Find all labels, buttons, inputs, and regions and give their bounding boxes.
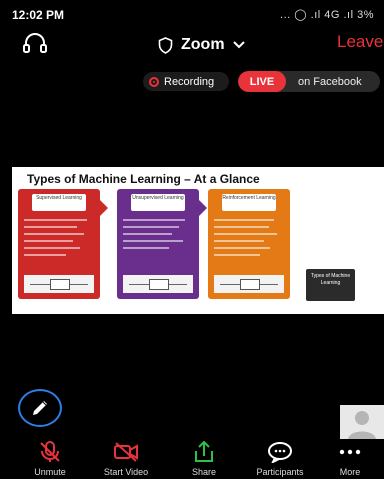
- unmute-label: Unmute: [34, 467, 66, 477]
- participants-label: Participants: [256, 467, 304, 477]
- live-badge: LIVE: [238, 71, 286, 92]
- shield-icon: [158, 36, 173, 54]
- zoom-meeting-screen: 12:02 PM ... ◯ .ıl 4G .ıl 3% Zoom Leave …: [0, 0, 384, 479]
- slide-card-diagram: [24, 275, 94, 293]
- slide-card-heading: Supervised Learning: [32, 194, 86, 211]
- slide-card-diagram: [123, 275, 193, 293]
- share-icon: [195, 441, 213, 462]
- slide-card-supervised: Supervised Learning: [18, 189, 108, 299]
- participants-icon: [268, 442, 292, 463]
- status-indicators: ... ◯ .ıl 4G .ıl 3%: [280, 9, 374, 21]
- share-button[interactable]: Share: [166, 439, 242, 479]
- more-label: More: [339, 467, 361, 477]
- self-video-thumbnail[interactable]: [340, 405, 384, 439]
- avatar-placeholder-icon: [348, 411, 376, 439]
- slide-card-unsupervised: Unsupervised Learning: [117, 189, 207, 299]
- meeting-title-button[interactable]: Zoom: [158, 34, 245, 56]
- leave-button[interactable]: Leave: [337, 32, 383, 52]
- unmute-button[interactable]: Unmute: [12, 439, 88, 479]
- slide-card-diagram: [214, 275, 284, 293]
- more-icon: [339, 449, 361, 455]
- status-bar: 12:02 PM ... ◯ .ıl 4G .ıl 3%: [0, 0, 384, 26]
- headset-icon[interactable]: [22, 32, 48, 56]
- slide-card-bullets: [24, 219, 94, 261]
- live-platform-label: on Facebook: [298, 75, 362, 88]
- status-time: 12:02 PM: [12, 8, 65, 22]
- slide-card-bullets: [214, 219, 284, 261]
- annotate-button[interactable]: [18, 389, 62, 427]
- more-button[interactable]: More: [316, 439, 384, 479]
- recording-label: Recording: [164, 75, 215, 88]
- meeting-toolbar: Unmute Start Video Share Participants Mo…: [0, 439, 384, 479]
- slide-card-reinforcement: Reinforcement Learning: [208, 189, 290, 299]
- recording-indicator[interactable]: Recording: [143, 72, 229, 91]
- share-label: Share: [191, 467, 217, 477]
- chevron-down-icon: [232, 41, 245, 49]
- video-off-icon: [114, 442, 138, 462]
- start-video-label: Start Video: [103, 467, 149, 477]
- meeting-title: Zoom: [181, 36, 225, 53]
- slide-card-heading: Reinforcement Learning: [222, 194, 276, 211]
- start-video-button[interactable]: Start Video: [88, 439, 164, 479]
- slide-side-label: Types of Machine Learning: [306, 269, 355, 301]
- pencil-icon: [33, 401, 47, 415]
- recording-status-row: Recording LIVE on Facebook: [0, 66, 384, 96]
- meeting-header: Zoom Leave: [0, 26, 384, 62]
- participants-button[interactable]: Participants: [242, 439, 318, 479]
- slide-card-heading: Unsupervised Learning: [131, 194, 185, 211]
- live-stream-indicator[interactable]: LIVE on Facebook: [238, 71, 380, 92]
- shared-screen-slide: Types of Machine Learning – At a Glance …: [12, 167, 384, 314]
- record-icon: [149, 76, 159, 87]
- microphone-muted-icon: [40, 441, 60, 462]
- slide-card-bullets: [123, 219, 193, 254]
- slide-title: Types of Machine Learning – At a Glance: [27, 172, 260, 186]
